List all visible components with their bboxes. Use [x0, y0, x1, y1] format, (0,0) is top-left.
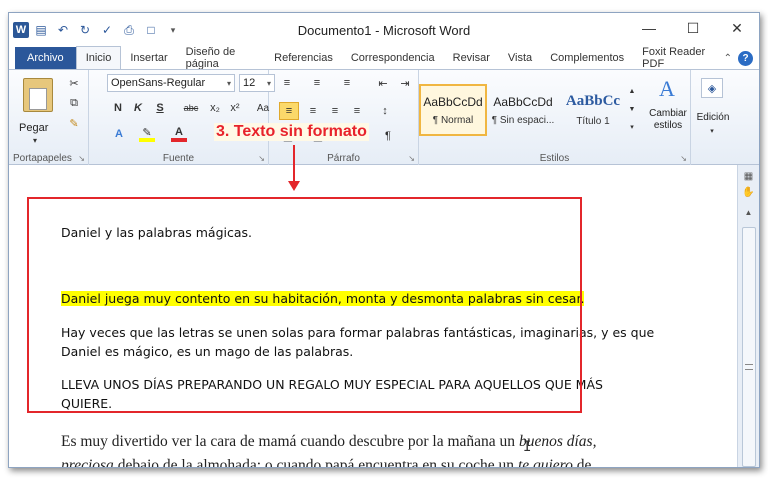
- highlight-color-icon[interactable]: ✎: [139, 126, 155, 142]
- tab-archivo[interactable]: Archivo: [15, 47, 76, 69]
- font-name-value: OpenSans-Regular: [111, 77, 206, 89]
- style-normal[interactable]: AaBbCcDd ¶ Normal: [419, 84, 487, 136]
- help-icon[interactable]: ?: [738, 50, 753, 66]
- align-center-icon[interactable]: ≡: [303, 102, 323, 120]
- group-label-clipboard: Portapapeles: [13, 153, 72, 164]
- group-label-styles: Estilos: [539, 153, 570, 164]
- font-launcher-icon[interactable]: ↘: [258, 154, 265, 163]
- serif-line2-end: de: [572, 457, 592, 468]
- change-styles-label[interactable]: Cambiar estilos: [645, 108, 691, 132]
- superscript-icon[interactable]: x²: [227, 100, 243, 116]
- line-spacing-icon[interactable]: ↕: [375, 102, 395, 120]
- tab-insertar[interactable]: Insertar: [121, 47, 176, 69]
- serif-line1-text: Es muy divertido ver la cara de mamá cua…: [61, 433, 519, 450]
- bullets-icon[interactable]: ≡: [279, 76, 295, 90]
- paste-dropdown-icon[interactable]: ▾: [33, 136, 37, 145]
- minimize-icon[interactable]: —: [627, 13, 671, 43]
- cut-icon[interactable]: ✂: [67, 76, 81, 90]
- align-right-icon[interactable]: ≡: [325, 102, 345, 120]
- tab-referencias[interactable]: Referencias: [265, 47, 342, 69]
- editing-label[interactable]: Edición: [691, 112, 735, 123]
- vertical-scrollbar[interactable]: ▦ ✋ ▲: [737, 165, 759, 467]
- font-size-value: 12: [243, 77, 256, 89]
- font-name-dropdown-icon[interactable]: ▾: [227, 79, 231, 88]
- group-label-paragraph: Párrafo: [327, 153, 360, 164]
- bold-icon[interactable]: N: [111, 100, 125, 116]
- doc-serif-line1[interactable]: Es muy divertido ver la cara de mamá cua…: [61, 433, 596, 451]
- tab-revisar[interactable]: Revisar: [444, 47, 499, 69]
- style-no-spacing-sample: AaBbCcDd: [493, 94, 553, 109]
- scrollbar-thumb[interactable]: [742, 227, 756, 467]
- collapse-ribbon-icon[interactable]: ⌃: [724, 53, 732, 64]
- doc-serif-line2[interactable]: preciosa debajo de la almohada; o cuando…: [61, 457, 592, 468]
- clipboard-launcher-icon[interactable]: ↘: [78, 154, 85, 163]
- style-heading1-sample: AaBbCc: [565, 93, 621, 109]
- styles-more-icon[interactable]: ▾: [627, 120, 637, 134]
- strikethrough-icon[interactable]: abc: [181, 100, 201, 116]
- annotation-arrow-line: [293, 145, 295, 183]
- group-styles: AaBbCcDd ¶ Normal AaBbCcDd ¶ Sin espaci.…: [419, 70, 691, 166]
- group-label-font: Fuente: [162, 153, 195, 164]
- scroll-up-icon[interactable]: ▲: [741, 205, 756, 220]
- change-styles-icon[interactable]: A: [655, 76, 679, 102]
- show-formatting-icon[interactable]: ¶: [379, 128, 397, 144]
- serif-line2-text: debajo de la almohada; o cuando papá enc…: [113, 457, 518, 468]
- window-controls: — ☐ ✕: [627, 13, 759, 43]
- font-color-icon[interactable]: A: [171, 126, 187, 142]
- tab-bar-right: ⌃ ?: [724, 47, 759, 69]
- style-heading1[interactable]: AaBbCc Título 1: [559, 84, 627, 136]
- group-paragraph: ≡ ≡ ≡ ⇤ ⇥ ≡ ≡ ≡ ≡ ↕ ▦ ▦ ⇅ ¶ Párrafo ↘: [269, 70, 419, 166]
- font-name-combo[interactable]: OpenSans-Regular ▾: [107, 74, 235, 92]
- style-heading1-name: Título 1: [576, 116, 610, 127]
- style-no-spacing[interactable]: AaBbCcDd ¶ Sin espaci...: [489, 84, 557, 136]
- underline-icon[interactable]: S: [153, 100, 167, 116]
- tab-vista[interactable]: Vista: [499, 47, 541, 69]
- format-painter-icon[interactable]: ✎: [67, 116, 81, 130]
- ruler-toggle-icon[interactable]: ▦: [741, 169, 756, 184]
- group-editing: ◈ Edición ▾: [691, 70, 735, 166]
- align-left-icon[interactable]: ≡: [279, 102, 299, 120]
- group-clipboard: Pegar ▾ ✂ ⧉ ✎ Portapapeles ↘: [9, 70, 89, 166]
- serif-line2-italic-a: preciosa: [61, 457, 114, 468]
- tab-complementos[interactable]: Complementos: [541, 47, 633, 69]
- text-effects-icon[interactable]: A: [111, 126, 127, 142]
- serif-line2-italic-b: te quiero: [517, 457, 573, 468]
- ribbon: Pegar ▾ ✂ ⧉ ✎ Portapapeles ↘ OpenSans-Re…: [9, 69, 759, 166]
- tab-diseno-pagina[interactable]: Diseño de página: [177, 46, 265, 70]
- find-icon[interactable]: ◈: [701, 78, 723, 98]
- group-font: OpenSans-Regular ▾ 12 ▾ N K S abc x₂ x² …: [89, 70, 275, 166]
- paragraph-launcher-icon[interactable]: ↘: [408, 154, 415, 163]
- annotation-arrow-icon: [288, 181, 300, 191]
- paste-icon[interactable]: [23, 78, 53, 112]
- paste-button-label[interactable]: Pegar: [19, 122, 48, 134]
- style-no-spacing-name: ¶ Sin espaci...: [491, 114, 555, 126]
- italic-icon[interactable]: K: [131, 100, 145, 116]
- decrease-indent-icon[interactable]: ⇤: [375, 76, 391, 90]
- styles-scroll-up-icon[interactable]: ▲: [627, 84, 637, 98]
- style-normal-sample: AaBbCcDd: [423, 94, 483, 109]
- ribbon-tabs: Archivo Inicio Insertar Diseño de página…: [9, 46, 759, 70]
- hand-icon[interactable]: ✋: [741, 185, 756, 200]
- subscript-icon[interactable]: x₂: [207, 100, 223, 116]
- increase-indent-icon[interactable]: ⇥: [397, 76, 413, 90]
- tab-inicio[interactable]: Inicio: [75, 46, 122, 69]
- styles-scroll-down-icon[interactable]: ▼: [627, 102, 637, 116]
- copy-icon[interactable]: ⧉: [67, 96, 81, 110]
- tab-foxit[interactable]: Foxit Reader PDF: [633, 46, 723, 70]
- tab-correspondencia[interactable]: Correspondencia: [342, 47, 444, 69]
- text-cursor-icon: I: [523, 439, 532, 455]
- styles-launcher-icon[interactable]: ↘: [680, 154, 687, 163]
- scrollbar-grip-icon: [745, 364, 753, 370]
- style-normal-name: ¶ Normal: [432, 114, 474, 126]
- numbering-icon[interactable]: ≡: [309, 76, 325, 90]
- justify-icon[interactable]: ≡: [347, 102, 367, 120]
- annotation-label: 3. Texto sin formato: [214, 123, 369, 141]
- title-bar: W ▤ ↶ ↻ ✓ ⎙ □ ▾ Documento1 - Microsoft W…: [9, 13, 759, 47]
- maximize-icon[interactable]: ☐: [671, 13, 715, 43]
- close-icon[interactable]: ✕: [715, 13, 759, 43]
- multilevel-list-icon[interactable]: ≡: [339, 76, 355, 90]
- editing-dropdown-icon[interactable]: ▾: [707, 126, 717, 136]
- annotation-box: [27, 197, 582, 413]
